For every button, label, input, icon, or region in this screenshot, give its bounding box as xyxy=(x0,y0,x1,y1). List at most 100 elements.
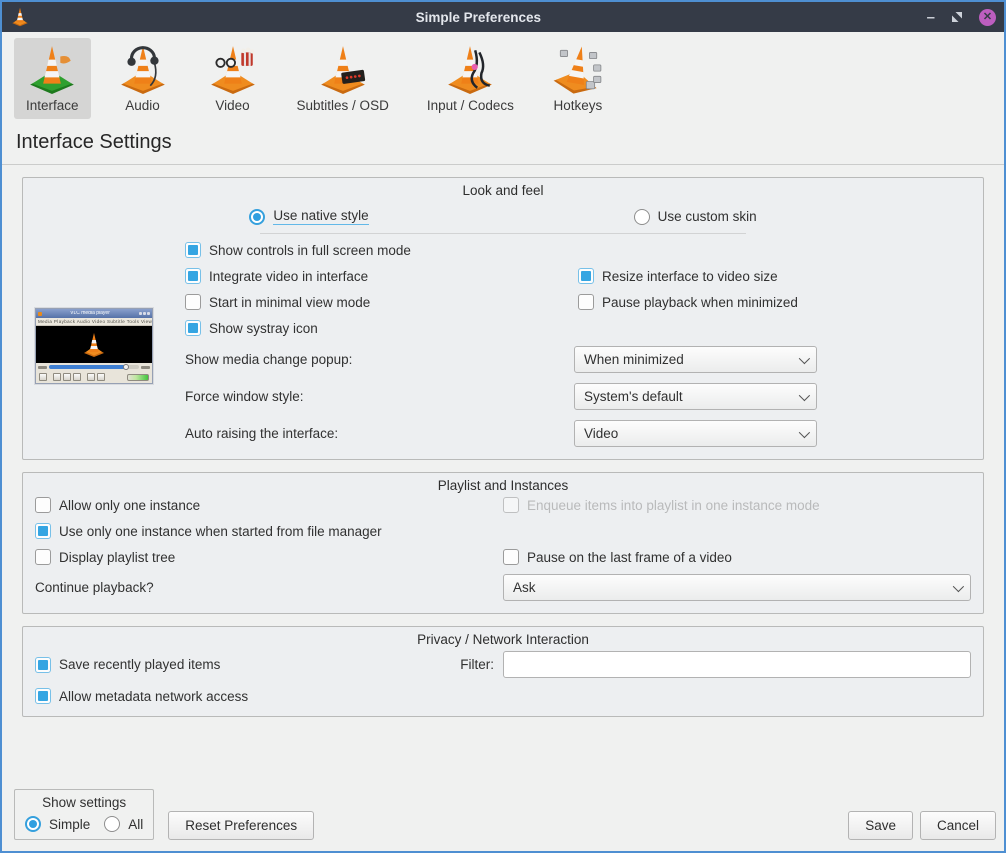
checkbox-indicator xyxy=(35,688,51,704)
checkbox-allow-one-instance[interactable]: Allow only one instance xyxy=(35,497,503,513)
tab-hotkeys-label: Hotkeys xyxy=(554,98,603,113)
tab-audio[interactable]: Audio xyxy=(105,38,181,119)
tab-hotkeys[interactable]: Hotkeys xyxy=(540,38,616,119)
show-settings-group: Show settings Simple All xyxy=(14,789,154,840)
continue-playback-row: Continue playback? Ask xyxy=(35,574,971,601)
radio-simple-label: Simple xyxy=(49,817,90,832)
checkbox-start-minimal-view[interactable]: Start in minimal view mode xyxy=(185,294,578,310)
subtitles-osd-icon xyxy=(317,42,369,94)
checkbox-label: Allow only one instance xyxy=(59,498,200,513)
checkbox-allow-metadata-access[interactable]: Allow metadata network access xyxy=(35,688,971,704)
checkbox-pause-last-frame[interactable]: Pause on the last frame of a video xyxy=(503,549,971,565)
auto-raising-select[interactable]: Video xyxy=(574,420,817,447)
radio-use-custom-skin[interactable]: Use custom skin xyxy=(634,208,757,225)
checkbox-label: Save recently played items xyxy=(59,657,220,672)
checkbox-indicator xyxy=(35,657,51,673)
media-change-popup-select[interactable]: When minimized xyxy=(574,346,817,373)
radio-all-label: All xyxy=(128,817,143,832)
radio-indicator xyxy=(25,816,41,832)
hotkeys-icon xyxy=(552,42,604,94)
checkbox-label: Pause on the last frame of a video xyxy=(527,550,732,565)
group-look-and-feel: Look and feel Use native style Use custo… xyxy=(22,177,984,460)
auto-raising-row: Auto raising the interface: Video xyxy=(185,420,971,447)
restore-button[interactable] xyxy=(951,11,963,23)
group-playlist-title: Playlist and Instances xyxy=(35,478,971,493)
preview-window-button xyxy=(143,312,146,315)
checkbox-label: Use only one instance when started from … xyxy=(59,524,382,539)
filter-input[interactable] xyxy=(503,651,971,678)
vlc-player-preview-image: VLC media player Media Playback Audio Vi… xyxy=(35,308,153,384)
checkbox-indicator xyxy=(185,242,201,258)
group-privacy-title: Privacy / Network Interaction xyxy=(35,632,971,647)
checkbox-label: Show controls in full screen mode xyxy=(209,243,411,258)
preview-time-total xyxy=(141,366,150,369)
close-button[interactable]: ✕ xyxy=(979,9,996,26)
tab-interface[interactable]: Interface xyxy=(14,38,91,119)
checkbox-save-recent-items[interactable]: Save recently played items xyxy=(35,657,460,673)
preview-controls xyxy=(36,371,152,383)
group-privacy-network: Privacy / Network Interaction Save recen… xyxy=(22,626,984,717)
radio-simple[interactable]: Simple xyxy=(25,816,90,832)
preview-menubar: Media Playback Audio Video Subtitle Tool… xyxy=(36,318,152,326)
minimize-button[interactable]: – xyxy=(927,10,935,25)
preview-playlist-button xyxy=(97,373,105,381)
radio-use-native-style-label: Use native style xyxy=(273,208,368,225)
selected-value: System's default xyxy=(584,389,683,404)
radio-indicator xyxy=(249,209,265,225)
checkbox-label: Show systray icon xyxy=(209,321,318,336)
restore-icon xyxy=(951,11,963,23)
footer-bar: Show settings Simple All Reset Preferenc… xyxy=(2,789,1004,851)
radio-indicator xyxy=(634,209,650,225)
checkbox-resize-interface[interactable]: Resize interface to video size xyxy=(578,268,971,284)
preview-seekbar xyxy=(36,363,152,371)
preview-prev-button xyxy=(53,373,61,381)
checkbox-indicator xyxy=(503,549,519,565)
preview-titlebar: VLC media player xyxy=(36,309,152,318)
force-window-style-row: Force window style: System's default xyxy=(185,383,971,410)
simple-preferences-window: Simple Preferences – ✕ Interface xyxy=(0,0,1006,853)
checkbox-label: Resize interface to video size xyxy=(602,269,778,284)
checkbox-label: Integrate video in interface xyxy=(209,269,368,284)
input-codecs-icon xyxy=(444,42,496,94)
checkbox-pause-when-minimized[interactable]: Pause playback when minimized xyxy=(578,294,971,310)
audio-icon xyxy=(117,42,169,94)
checkbox-indicator xyxy=(578,294,594,310)
checkbox-show-systray-icon[interactable]: Show systray icon xyxy=(185,320,578,336)
show-settings-title: Show settings xyxy=(25,795,143,810)
style-radio-row: Use native style Use custom skin xyxy=(35,202,971,227)
preview-stop-button xyxy=(63,373,71,381)
cancel-button[interactable]: Cancel xyxy=(920,811,996,840)
tab-input-codecs[interactable]: Input / Codecs xyxy=(415,38,526,119)
checkbox-indicator xyxy=(578,268,594,284)
checkbox-show-controls-fullscreen[interactable]: Show controls in full screen mode xyxy=(185,242,578,258)
reset-preferences-button[interactable]: Reset Preferences xyxy=(168,811,314,840)
tab-subtitles-osd-label: Subtitles / OSD xyxy=(297,98,389,113)
preview-fullscreen-button xyxy=(87,373,95,381)
radio-use-native-style[interactable]: Use native style xyxy=(249,208,368,225)
continue-playback-select[interactable]: Ask xyxy=(503,574,971,601)
checkbox-enqueue-items: Enqueue items into playlist in one insta… xyxy=(503,497,971,513)
preview-title: VLC media player xyxy=(42,311,138,316)
chevron-down-icon xyxy=(799,352,810,363)
selected-value: Video xyxy=(584,426,618,441)
save-button[interactable]: Save xyxy=(848,811,913,840)
tab-video[interactable]: Video xyxy=(195,38,271,119)
force-window-style-select[interactable]: System's default xyxy=(574,383,817,410)
preview-time-elapsed xyxy=(38,366,47,369)
checkbox-display-playlist-tree[interactable]: Display playlist tree xyxy=(35,549,503,565)
force-window-style-label: Force window style: xyxy=(185,389,574,404)
page-title: Interface Settings xyxy=(2,123,1004,164)
radio-all[interactable]: All xyxy=(104,816,143,832)
group-look-and-feel-title: Look and feel xyxy=(35,183,971,198)
preview-volume-slider xyxy=(127,374,149,381)
tab-input-codecs-label: Input / Codecs xyxy=(427,98,514,113)
checkbox-one-instance-file-manager[interactable]: Use only one instance when started from … xyxy=(35,523,503,539)
group-playlist-instances: Playlist and Instances Allow only one in… xyxy=(22,472,984,614)
checkbox-indicator xyxy=(185,268,201,284)
preview-cone-icon xyxy=(82,332,106,358)
checkbox-integrate-video[interactable]: Integrate video in interface xyxy=(185,268,578,284)
tab-interface-label: Interface xyxy=(26,98,79,113)
selected-value: Ask xyxy=(513,580,536,595)
tab-subtitles-osd[interactable]: Subtitles / OSD xyxy=(285,38,401,119)
checkbox-label: Enqueue items into playlist in one insta… xyxy=(527,498,820,513)
